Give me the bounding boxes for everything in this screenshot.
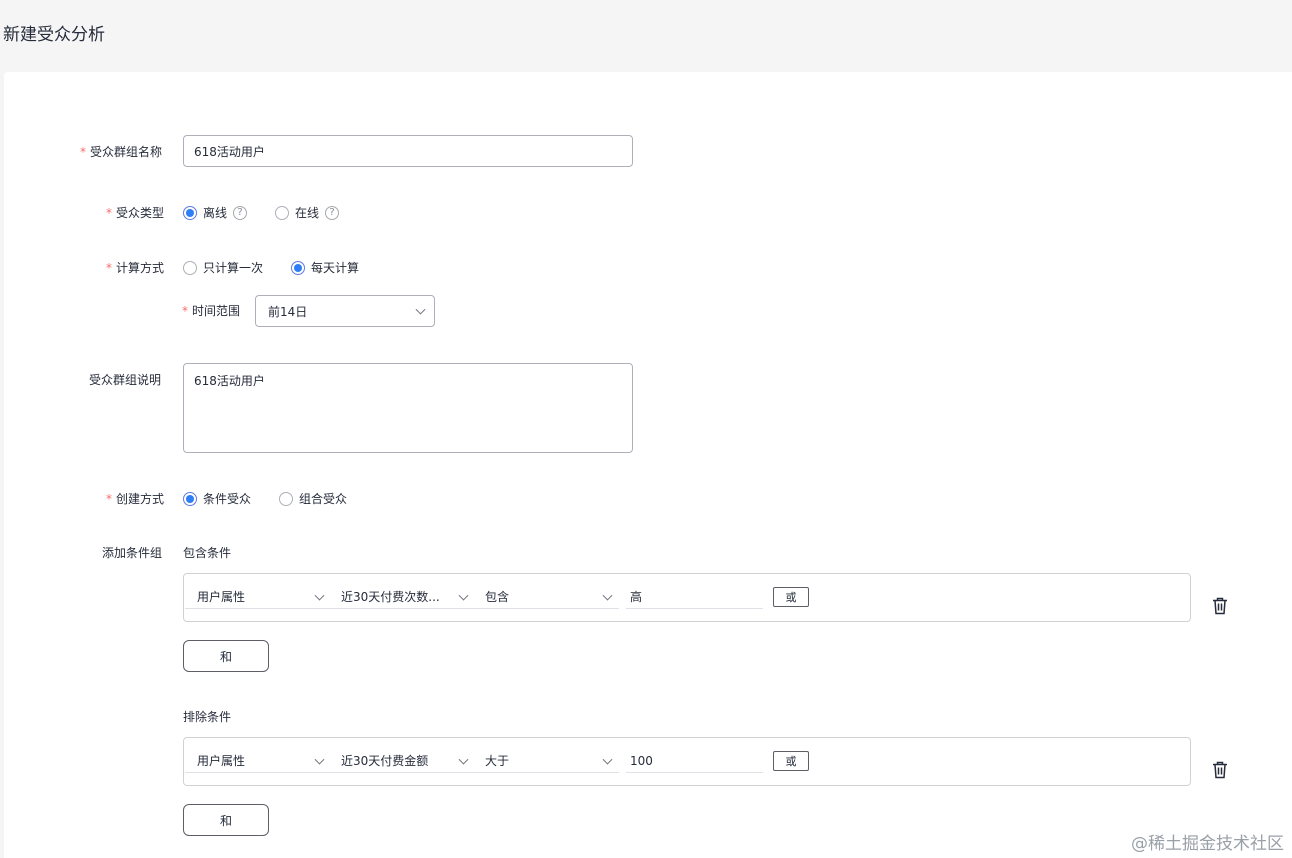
exclude-value-input[interactable]: 100 (626, 749, 763, 773)
chevron-down-icon (602, 590, 613, 601)
range-select[interactable]: 前14日 (255, 295, 435, 327)
name-input[interactable]: 618活动用户 (183, 135, 633, 167)
exclude-attr-select[interactable]: 用户属性 (185, 749, 331, 773)
trash-icon[interactable] (1212, 597, 1228, 615)
page-header: 新建受众分析 (0, 0, 1292, 72)
chevron-down-icon (314, 754, 325, 765)
radio-daily[interactable]: 每天计算 (291, 259, 359, 276)
desc-textarea[interactable]: 618活动用户 (183, 363, 633, 453)
radio-checked-icon (291, 260, 306, 275)
calc-radio-group: 只计算一次 每天计算 (183, 259, 377, 276)
create-radio-group: 条件受众 组合受众 (183, 490, 365, 507)
required-mark: * (80, 145, 86, 159)
chevron-down-icon (415, 304, 426, 315)
exclude-field-select[interactable]: 近30天付费金额 (329, 749, 475, 773)
exclude-or-button[interactable]: 或 (773, 751, 809, 771)
help-icon[interactable]: ? (325, 205, 340, 220)
trash-icon[interactable] (1212, 761, 1228, 779)
create-label: * 创建方式 (106, 492, 165, 506)
exclude-op-select[interactable]: 大于 (473, 749, 619, 773)
include-title: 包含条件 (183, 546, 232, 560)
radio-condition[interactable]: 条件受众 (183, 490, 251, 507)
chevron-down-icon (458, 590, 469, 601)
type-label: * 受众类型 (106, 206, 165, 220)
required-mark: * (106, 492, 112, 506)
watermark: @稀土掘金技术社区 (1131, 834, 1284, 854)
include-condition-row: 用户属性 近30天付费次数... 包含 高 或 (183, 573, 1191, 622)
radio-online[interactable]: 在线 ? (275, 204, 340, 221)
radio-unchecked-icon (279, 491, 294, 506)
include-field-select[interactable]: 近30天付费次数... (329, 585, 475, 609)
include-attr-select[interactable]: 用户属性 (185, 585, 331, 609)
range-label: * 时间范围 (182, 304, 241, 318)
groups-label: 添加条件组 (102, 546, 163, 560)
help-icon[interactable]: ? (233, 205, 248, 220)
required-mark: * (106, 261, 112, 275)
desc-label: 受众群组说明 (89, 373, 162, 387)
radio-offline[interactable]: 离线 ? (183, 204, 248, 221)
radio-unchecked-icon (275, 205, 290, 220)
type-radio-group: 离线 ? 在线 ? (183, 204, 357, 221)
name-label: * 受众群组名称 (80, 145, 163, 159)
page-title: 新建受众分析 (3, 25, 105, 45)
radio-combination[interactable]: 组合受众 (279, 490, 347, 507)
exclude-condition-row: 用户属性 近30天付费金额 大于 100 或 (183, 737, 1191, 786)
exclude-title: 排除条件 (183, 710, 232, 724)
required-mark: * (106, 206, 112, 220)
radio-once[interactable]: 只计算一次 (183, 259, 263, 276)
chevron-down-icon (458, 754, 469, 765)
exclude-and-button[interactable]: 和 (183, 804, 269, 836)
include-value-input[interactable]: 高 (626, 585, 763, 609)
chevron-down-icon (602, 754, 613, 765)
include-and-button[interactable]: 和 (183, 640, 269, 672)
calc-label: * 计算方式 (106, 261, 165, 275)
required-mark: * (182, 304, 188, 318)
radio-checked-icon (183, 491, 197, 506)
radio-checked-icon (183, 205, 197, 220)
chevron-down-icon (314, 590, 325, 601)
radio-unchecked-icon (183, 260, 197, 275)
include-or-button[interactable]: 或 (773, 587, 809, 607)
include-op-select[interactable]: 包含 (473, 585, 619, 609)
